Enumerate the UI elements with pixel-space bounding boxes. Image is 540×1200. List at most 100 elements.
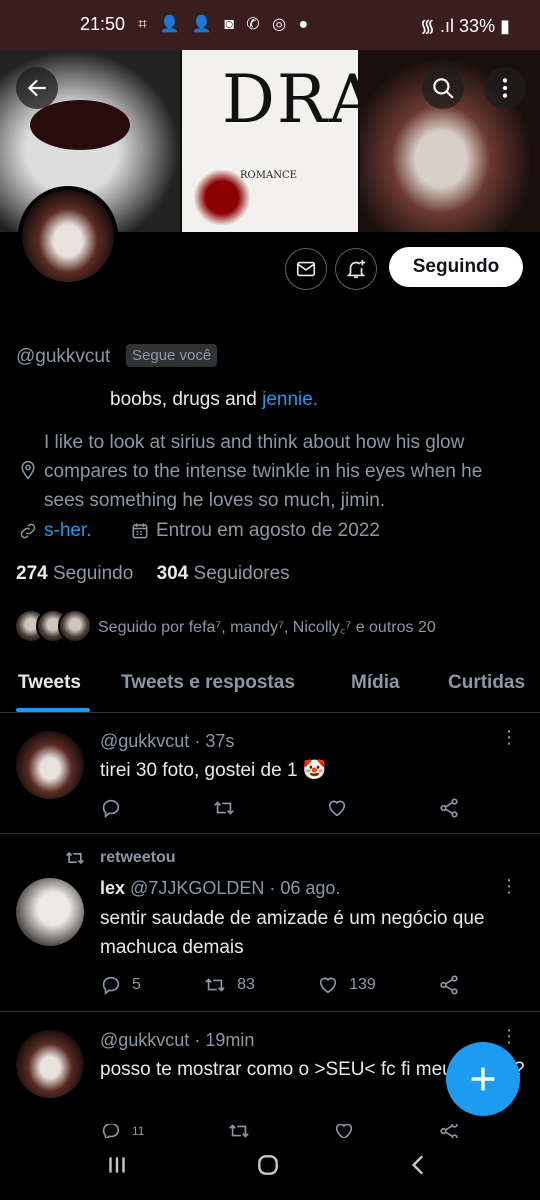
profile-website[interactable]: s-her. [18, 520, 92, 542]
tweet-avatar[interactable] [16, 1030, 84, 1098]
chevron-left-icon [411, 1155, 424, 1175]
bio-mention-link[interactable]: jennie. [262, 389, 318, 410]
more-options-button[interactable] [484, 67, 526, 109]
retweet-context: retweetou [64, 848, 176, 868]
search-button[interactable] [422, 67, 464, 109]
reply-icon [102, 976, 120, 995]
share-button[interactable] [438, 797, 460, 819]
retweet-icon [214, 801, 234, 815]
profile-handle: @gukkvcut [16, 346, 111, 367]
tweet-time: · 37s [194, 731, 235, 751]
tweet-text: sentir saudade de amizade é um negócio q… [100, 908, 485, 958]
battery-icon: ▮ [500, 16, 510, 36]
banner-book-image: DRAK ROMANCE [182, 50, 428, 232]
tweet-header: @gukkvcut · 37s [100, 731, 234, 752]
share-icon [440, 975, 458, 995]
reply-count: 5 [132, 976, 141, 993]
heart-icon [336, 1124, 353, 1138]
follows-you-badge: Segue você [126, 344, 218, 367]
profile-avatar[interactable] [18, 186, 118, 286]
tweet-avatar[interactable] [16, 731, 84, 799]
notifications-button[interactable] [335, 248, 377, 290]
retweet-button[interactable] [227, 1124, 251, 1138]
recent-apps-icon [109, 1157, 125, 1173]
profile-location: I like to look at sirius and think about… [44, 432, 483, 511]
location-pin-icon [21, 460, 35, 480]
like-button[interactable] [326, 797, 358, 819]
reply-count: 11 [132, 1124, 145, 1138]
followers-count-link[interactable]: 304 Seguidores [157, 563, 290, 584]
tweet-author-name[interactable]: lex [100, 878, 125, 898]
profile-joined: Entrou em agosto de 2022 [130, 520, 380, 542]
tweet-header: @gukkvcut · 19min [100, 1030, 254, 1051]
tab-tweets[interactable]: Tweets [18, 672, 81, 694]
tab-tweets-replies[interactable]: Tweets e respostas [121, 672, 295, 694]
retweet-count: 83 [237, 976, 255, 993]
bio-text: boobs, drugs and [110, 389, 257, 410]
more-vertical-icon [502, 78, 508, 98]
like-count: 139 [349, 976, 376, 993]
plus-icon [471, 1067, 495, 1091]
tweet-handle[interactable]: @gukkvcut [100, 1030, 189, 1050]
share-button[interactable] [438, 974, 460, 996]
like-button[interactable] [333, 1124, 355, 1138]
recent-apps-button[interactable] [104, 1152, 130, 1183]
bell-plus-icon [346, 259, 366, 279]
share-button[interactable] [438, 1124, 460, 1138]
banner-book-subtitle: ROMANCE [240, 170, 297, 181]
joined-date: Entrou em agosto de 2022 [156, 520, 380, 541]
share-icon [440, 1124, 458, 1138]
following-count: 274 [16, 563, 48, 584]
active-tab-indicator [16, 708, 90, 712]
tweet-more-button[interactable]: ⋮ [500, 1026, 518, 1047]
back-nav-button[interactable] [406, 1152, 432, 1183]
reply-button[interactable]: 5 [100, 974, 141, 996]
message-button[interactable] [285, 248, 327, 290]
link-icon [20, 523, 36, 539]
retweet-icon [229, 1124, 249, 1138]
compose-tweet-button[interactable] [446, 1042, 520, 1116]
tweet-avatar[interactable] [16, 878, 84, 946]
retweet-button[interactable]: 83 [203, 974, 255, 996]
following-count-link[interactable]: 274 Seguindo [16, 563, 133, 584]
system-nav-bar [0, 1138, 540, 1200]
reply-icon [102, 799, 120, 818]
home-icon [258, 1155, 278, 1175]
home-button[interactable] [255, 1152, 281, 1183]
tweet-handle[interactable]: @7JJKGOLDEN [130, 878, 264, 898]
tab-likes[interactable]: Curtidas [448, 672, 525, 694]
envelope-icon [296, 261, 316, 277]
tweet-actions [100, 797, 460, 819]
retweet-button[interactable] [212, 797, 246, 819]
notification-icons: ⌗ 👤 👤 ◙ ✆ ◎ ● [138, 16, 313, 33]
tweet-more-button[interactable]: ⋮ [500, 727, 518, 748]
tweet-text: tirei 30 foto, gostei de 1 🤡 [100, 760, 327, 781]
back-button[interactable] [16, 67, 58, 109]
signal-wifi-icon: ᯾ .ıl [419, 16, 455, 36]
tweet-actions: 5 83 139 [100, 974, 460, 996]
status-time: 21:50 [80, 14, 126, 34]
followed-by-row[interactable]: Seguido por fefa⁷, mandy⁷, Nicolly꜀⁷ e o… [14, 609, 436, 643]
tweet[interactable]: retweetou lex @7JJKGOLDEN · 06 ago. ⋮ se… [0, 834, 540, 1012]
follow-counts: 274 Seguindo 304 Seguidores [16, 563, 290, 585]
reply-button[interactable] [100, 797, 132, 819]
follower-avatar [58, 609, 92, 643]
status-right: ᯾ .ıl 33% ▮ [420, 14, 510, 38]
tweet-more-button[interactable]: ⋮ [500, 876, 518, 897]
retweet-label: retweetou [100, 849, 176, 866]
reply-button[interactable]: 11 [100, 1124, 144, 1138]
heart-icon [328, 800, 346, 817]
tweet[interactable]: @gukkvcut · 37s ⋮ tirei 30 foto, gostei … [0, 713, 540, 834]
battery-level: 33% [459, 16, 496, 36]
arrow-left-icon [27, 79, 46, 97]
share-icon [440, 798, 458, 818]
retweet-icon [205, 978, 225, 992]
following-button[interactable]: Seguindo [389, 247, 523, 287]
following-label: Seguindo [52, 563, 134, 584]
like-button[interactable]: 139 [317, 974, 376, 996]
tweet-time: · 06 ago. [269, 878, 341, 898]
tab-media[interactable]: Mídia [351, 672, 400, 694]
tweet-handle[interactable]: @gukkvcut [100, 731, 189, 751]
website-link[interactable]: s-her. [44, 520, 92, 542]
retweet-icon [66, 851, 84, 865]
